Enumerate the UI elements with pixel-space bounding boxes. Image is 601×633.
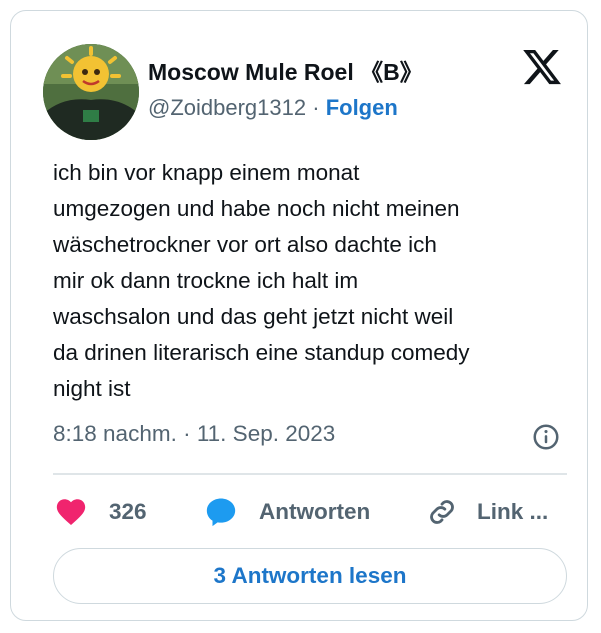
- handle-row: @Zoidberg1312 · Folgen: [148, 95, 398, 121]
- avatar-image: [43, 44, 139, 140]
- copy-link-button[interactable]: Link ...: [425, 489, 548, 535]
- author-handle[interactable]: @Zoidberg1312: [148, 95, 306, 120]
- link-icon: [430, 500, 454, 524]
- like-count: 326: [109, 499, 147, 524]
- tweet-text: ich bin vor knapp einem monat umgezogen …: [53, 160, 470, 401]
- link-label: Link ...: [477, 499, 549, 524]
- avatar[interactable]: [43, 44, 139, 140]
- read-replies-button[interactable]: 3 Antworten lesen: [53, 548, 567, 604]
- tweet-card: Moscow Mule Roel 《B》 @Zoidberg1312 · Fol…: [10, 10, 588, 621]
- author-name[interactable]: Moscow Mule Roel 《B》: [148, 53, 423, 87]
- heart-icon: [56, 499, 86, 526]
- info-icon[interactable]: [531, 422, 561, 452]
- follow-button[interactable]: Folgen: [326, 95, 398, 120]
- tweet-timestamp[interactable]: 8:18 nachm. · 11. Sep. 2023: [53, 421, 335, 447]
- reply-button[interactable]: Antworten: [203, 489, 370, 535]
- divider: [53, 473, 567, 475]
- x-logo-icon[interactable]: [521, 46, 563, 88]
- speech-bubble-icon: [206, 498, 236, 527]
- separator-dot: ·: [312, 95, 320, 120]
- reply-label: Antworten: [259, 499, 371, 524]
- like-button[interactable]: 326: [53, 489, 147, 535]
- action-bar: 326 Antworten Link ...: [53, 489, 573, 535]
